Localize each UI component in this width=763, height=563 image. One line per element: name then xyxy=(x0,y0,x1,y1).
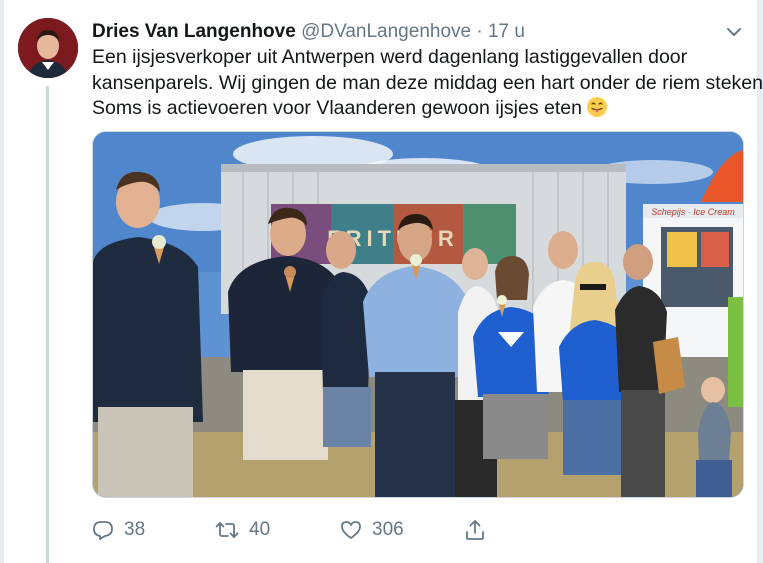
tweet-text-line-with-emoji: Soms is actievoeren voor Vlaanderen gewo… xyxy=(92,96,747,122)
tweet-text-line: kansenparels. Wij gingen de man deze mid… xyxy=(92,71,763,94)
van-sign: Schepijs · Ice Cream xyxy=(651,207,735,217)
like-count: 306 xyxy=(372,519,404,540)
thread-line xyxy=(46,86,49,563)
avatar[interactable] xyxy=(18,18,78,78)
tweet-actions: 38 40 306 xyxy=(92,512,512,548)
retweet-icon[interactable] xyxy=(215,519,239,541)
tweet-header: Dries Van Langenhove @DVanLangenhove · 1… xyxy=(92,20,525,44)
reply-count: 38 xyxy=(124,519,146,540)
share-icon[interactable] xyxy=(464,519,486,541)
reply-action[interactable]: 38 xyxy=(92,512,145,548)
tweet-text: Een ijsjesverkoper uit Antwerpen werd da… xyxy=(92,45,763,122)
tweet-photo[interactable]: FRITUUR Schepijs · Ice Cream xyxy=(92,131,744,498)
photo-scene: FRITUUR Schepijs · Ice Cream xyxy=(93,132,743,497)
author-handle[interactable]: @DVanLangenhove xyxy=(301,21,471,42)
tweet-timestamp[interactable]: 17 u xyxy=(488,21,525,42)
tweet-text-line: Een ijsjesverkoper uit Antwerpen werd da… xyxy=(92,46,688,68)
frame-left-border xyxy=(0,0,4,563)
reply-icon[interactable] xyxy=(92,519,114,541)
retweet-count: 40 xyxy=(249,519,271,540)
avatar-image xyxy=(18,18,78,78)
author-name[interactable]: Dries Van Langenhove xyxy=(92,21,296,42)
chevron-down-icon[interactable] xyxy=(724,22,744,42)
like-icon[interactable] xyxy=(340,519,362,541)
tweet-text-line: Soms is actievoeren voor Vlaanderen gewo… xyxy=(92,97,582,119)
like-action[interactable]: 306 xyxy=(340,512,404,548)
face-with-tongue-emoji-icon xyxy=(586,97,607,117)
share-action[interactable] xyxy=(464,512,486,548)
retweet-action[interactable]: 40 xyxy=(215,512,270,548)
header-separator: · xyxy=(476,21,483,42)
